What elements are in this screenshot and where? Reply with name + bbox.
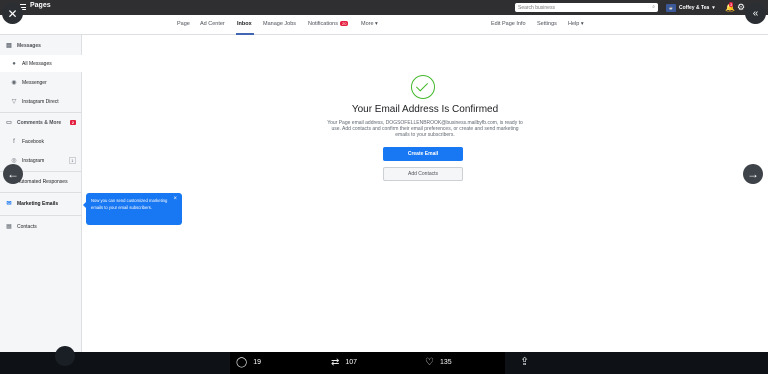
- messenger-icon: ◉: [11, 79, 17, 86]
- nav-ad-center[interactable]: Ad Center: [200, 21, 225, 27]
- share-icon[interactable]: ⇪: [520, 355, 529, 368]
- double-chevron-icon: «: [752, 8, 759, 19]
- sidebar-label: Automated Responses: [17, 178, 68, 185]
- sidebar-item-contacts[interactable]: ▦ Contacts: [0, 218, 82, 235]
- sidebar-label: Marketing Emails: [17, 200, 59, 207]
- sidebar-divider: [0, 192, 82, 193]
- like-count: 135: [439, 359, 452, 366]
- tooltip-text: Now you can send customized marketing em…: [91, 198, 168, 210]
- sidebar-divider: [0, 215, 82, 216]
- chevron-down-icon: ▾: [712, 4, 715, 11]
- search-placeholder: Search business: [518, 4, 555, 11]
- notifications-bell-icon[interactable]: 🔔 3: [725, 2, 735, 12]
- reply-icon: ◯: [236, 357, 248, 368]
- inbox-sidebar: ▤ Messages ● All Messages ◉ Messenger ▽ …: [0, 35, 82, 352]
- arrow-left-icon: ←: [7, 167, 19, 181]
- page-navigation: Page Ad Center Inbox Manage Jobs Notific…: [0, 15, 768, 35]
- nav-help[interactable]: Help ▾: [568, 21, 584, 27]
- sidebar-divider: [0, 112, 82, 113]
- next-image-button[interactable]: →: [743, 164, 763, 184]
- reply-action[interactable]: ◯ 19: [236, 357, 261, 368]
- sidebar-group-comments[interactable]: ▭ Comments & More 2: [0, 114, 82, 131]
- contacts-icon: ▦: [6, 223, 12, 230]
- gear-icon[interactable]: ⚙: [737, 2, 745, 13]
- sidebar-label: All Messages: [22, 60, 52, 67]
- add-contacts-button[interactable]: Add Contacts: [383, 167, 463, 181]
- like-action[interactable]: ♡ 135: [425, 357, 452, 368]
- chat-bubbles-icon: ●: [12, 60, 16, 67]
- sidebar-item-facebook[interactable]: f Facebook: [0, 133, 82, 150]
- sidebar-label: Messages: [17, 42, 41, 49]
- sidebar-label: Facebook: [22, 138, 44, 145]
- sidebar-label: Comments & More: [17, 119, 62, 126]
- page-title: Your Email Address Is Confirmed: [351, 104, 499, 115]
- nav-more[interactable]: More ▾: [361, 21, 378, 27]
- facebook-icon: f: [13, 138, 15, 145]
- sidebar-item-messenger[interactable]: ◉ Messenger: [0, 74, 82, 91]
- sidebar-item-marketing-emails[interactable]: ✉ Marketing Emails: [0, 195, 82, 212]
- previous-image-button[interactable]: ←: [3, 164, 23, 184]
- comments-badge: 2: [69, 120, 76, 125]
- sidebar-label: Contacts: [17, 223, 37, 230]
- checkmark-icon: [411, 75, 435, 99]
- sidebar-item-instagram-direct[interactable]: ▽ Instagram Direct: [0, 93, 82, 110]
- nav-manage-jobs[interactable]: Manage Jobs: [263, 21, 296, 27]
- send-icon: ▽: [11, 98, 17, 105]
- instagram-icon: ◎: [11, 157, 17, 164]
- reply-count: 19: [253, 359, 261, 366]
- retweet-icon: ⇄: [331, 357, 340, 368]
- close-viewer-button[interactable]: ✕: [2, 3, 23, 24]
- retweet-action[interactable]: ⇄ 107: [331, 357, 357, 368]
- sidebar-label: Instagram: [22, 157, 45, 164]
- main-content: Your Email Address Is Confirmed Your Pag…: [82, 35, 768, 352]
- nav-settings[interactable]: Settings: [537, 21, 557, 27]
- account-switcher[interactable]: ☕ Coffey & Tea ▾: [666, 3, 715, 12]
- nav-notifications[interactable]: Notifications 20: [308, 21, 349, 27]
- heart-icon: ♡: [425, 357, 434, 368]
- app-title: Pages: [30, 2, 51, 9]
- expand-button[interactable]: «: [745, 3, 766, 24]
- envelope-icon: ✉: [6, 200, 12, 207]
- nav-edit-page-info[interactable]: Edit Page Info: [491, 21, 526, 27]
- page-avatar: ☕: [666, 3, 676, 12]
- retweet-count: 107: [345, 359, 358, 366]
- tweet-action-bar: ◯ 19 ⇄ 107 ♡ 135: [230, 352, 505, 374]
- create-email-button[interactable]: Create Email: [383, 147, 463, 161]
- sidebar-group-messages[interactable]: ▤ Messages: [0, 37, 82, 54]
- close-icon[interactable]: ×: [173, 196, 177, 203]
- account-name: Coffey & Tea: [679, 4, 710, 11]
- notifications-badge: 20: [339, 21, 349, 26]
- nav-inbox[interactable]: Inbox: [237, 21, 252, 27]
- marketing-emails-tooltip: Now you can send customized marketing em…: [83, 193, 182, 225]
- instagram-count: 1: [68, 157, 76, 164]
- arrow-right-icon: →: [747, 167, 759, 181]
- confirmation-text: Your Page email address, DOGSOFELLENBROO…: [327, 120, 523, 138]
- sidebar-label: Messenger: [22, 79, 47, 86]
- sidebar-item-all-messages[interactable]: ● All Messages: [0, 55, 82, 72]
- nav-page[interactable]: Page: [177, 21, 190, 27]
- close-icon: ✕: [7, 6, 18, 21]
- top-bar: Pages Search business ⌕ ☕ Coffey & Tea ▾…: [0, 0, 768, 15]
- nav-notifications-label: Notifications: [308, 21, 338, 27]
- comment-icon: ▭: [6, 119, 12, 126]
- search-input[interactable]: Search business ⌕: [515, 3, 658, 12]
- search-icon: ⌕: [652, 4, 655, 10]
- sidebar-label: Instagram Direct: [22, 98, 59, 105]
- blurred-avatar: [55, 346, 75, 366]
- inbox-icon: ▤: [6, 42, 12, 49]
- notifications-count: 3: [729, 2, 734, 7]
